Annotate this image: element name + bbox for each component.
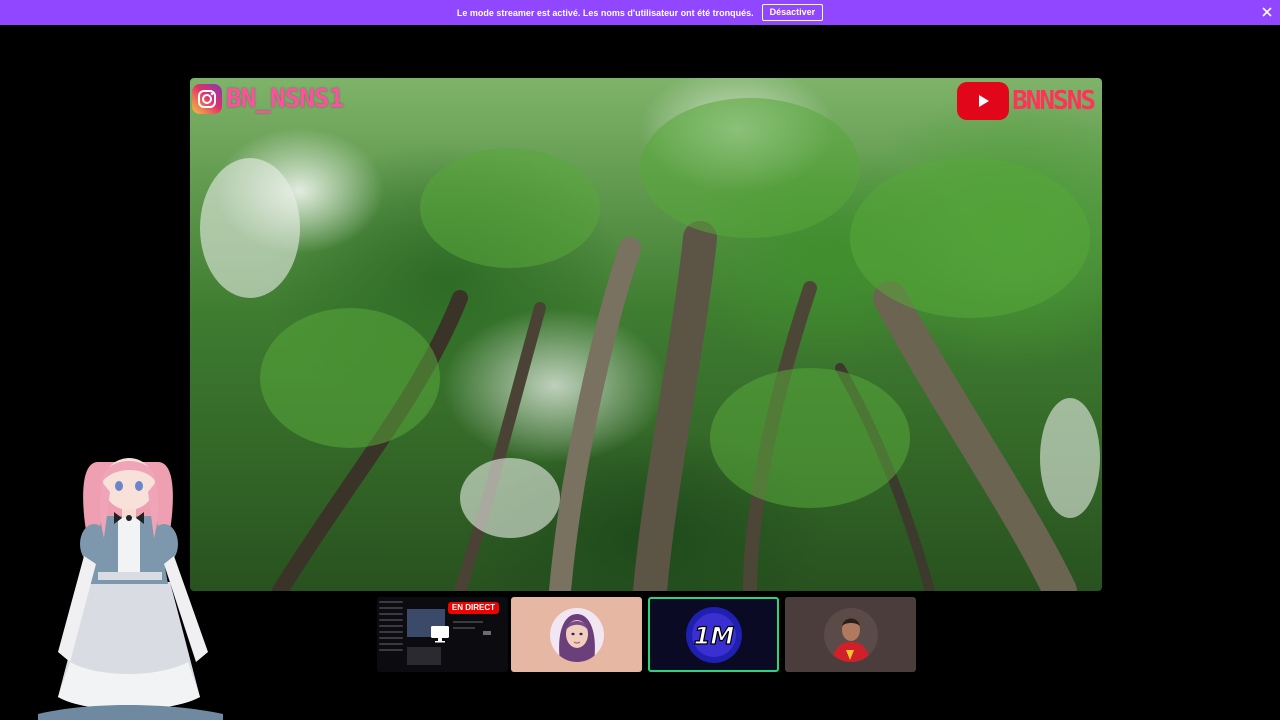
instagram-handle: BN_NSNS1: [226, 84, 344, 114]
forest-canopy-image: [200, 98, 1100, 591]
youtube-icon: [957, 82, 1010, 120]
live-badge: EN DIRECT: [447, 602, 499, 614]
vtuber-avatar: [38, 458, 223, 720]
close-icon[interactable]: [1260, 5, 1274, 19]
instagram-icon: [192, 84, 222, 114]
mini-text-lines: [453, 621, 491, 635]
streamer-mode-banner: Le mode streamer est activé. Les noms d'…: [0, 0, 1280, 25]
channel-logo-text: 1M: [693, 622, 734, 650]
streamer-mode-message: Le mode streamer est activé. Les noms d'…: [456, 7, 754, 18]
monitor-icon: [430, 625, 450, 648]
channel-avatar: [549, 607, 604, 662]
thumbnail-live-stream[interactable]: EN DIRECT: [377, 597, 508, 672]
thumbnail-channel-4[interactable]: [785, 597, 916, 672]
channel-avatar: [823, 607, 878, 662]
instagram-overlay: BN_NSNS1: [192, 84, 344, 114]
youtube-handle: BNNSNS: [1012, 86, 1096, 116]
channel-logo-1m: 1M: [685, 606, 742, 663]
video-player[interactable]: BN_NSNS1 BNNSNS: [190, 78, 1102, 591]
thumbnail-channel-2[interactable]: [511, 597, 642, 672]
mini-preview-secondary: [407, 647, 441, 665]
mini-sidebar: [379, 601, 403, 667]
youtube-overlay: BNNSNS: [957, 82, 1096, 120]
disable-streamer-mode-button[interactable]: Désactiver: [761, 4, 824, 21]
thumbnail-channel-3[interactable]: 1M: [648, 597, 779, 672]
